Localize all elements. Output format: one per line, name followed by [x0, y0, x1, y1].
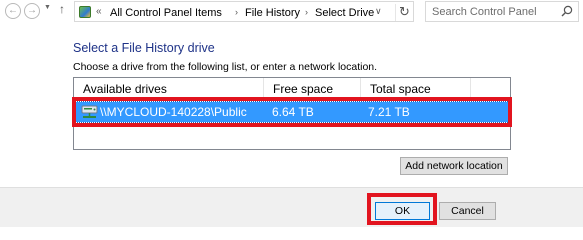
forward-button[interactable]: →	[24, 3, 40, 19]
drive-list[interactable]: Available drives Free space Total space …	[73, 77, 511, 150]
column-header-available-drives[interactable]: Available drives	[74, 78, 264, 99]
drive-total-space: 7.21 TB	[368, 105, 410, 119]
column-header-total-space[interactable]: Total space	[361, 78, 471, 99]
network-drive-icon	[81, 105, 98, 118]
add-network-location-button[interactable]: Add network location	[400, 157, 508, 175]
search-icon[interactable]	[561, 5, 573, 17]
back-button[interactable]: ←	[5, 3, 21, 19]
search-input[interactable]	[432, 5, 556, 19]
up-button[interactable]: ↑	[59, 2, 65, 16]
breadcrumb-separator-icon[interactable]: ›	[235, 7, 238, 17]
ok-button[interactable]: OK	[375, 202, 430, 220]
address-bar[interactable]: « All Control Panel Items › File History…	[74, 1, 414, 22]
control-panel-icon	[79, 6, 91, 18]
refresh-icon[interactable]: ↻	[395, 4, 413, 21]
address-dropdown-icon[interactable]: ∨	[375, 6, 382, 17]
page-title: Select a File History drive	[73, 41, 215, 55]
overflow-chevrons-icon[interactable]: «	[96, 6, 102, 17]
drive-row-selected[interactable]: \\MYCLOUD-140228\Public 6.64 TB 7.21 TB	[74, 101, 510, 123]
breadcrumb-all-control-panel-items[interactable]: All Control Panel Items	[110, 7, 222, 19]
column-header-free-space[interactable]: Free space	[264, 78, 361, 99]
search-box[interactable]	[425, 1, 579, 22]
drive-name: \\MYCLOUD-140228\Public	[100, 105, 247, 119]
recent-locations-icon[interactable]: ▼	[44, 4, 51, 11]
breadcrumb-separator-icon[interactable]: ›	[305, 7, 308, 17]
breadcrumb-file-history[interactable]: File History	[245, 7, 300, 19]
instructions-text: Choose a drive from the following list, …	[73, 61, 378, 73]
breadcrumb-select-drive[interactable]: Select Drive	[315, 7, 374, 19]
list-header: Available drives Free space Total space	[74, 78, 510, 100]
cancel-button[interactable]: Cancel	[439, 202, 496, 220]
drive-free-space: 6.64 TB	[272, 105, 314, 119]
